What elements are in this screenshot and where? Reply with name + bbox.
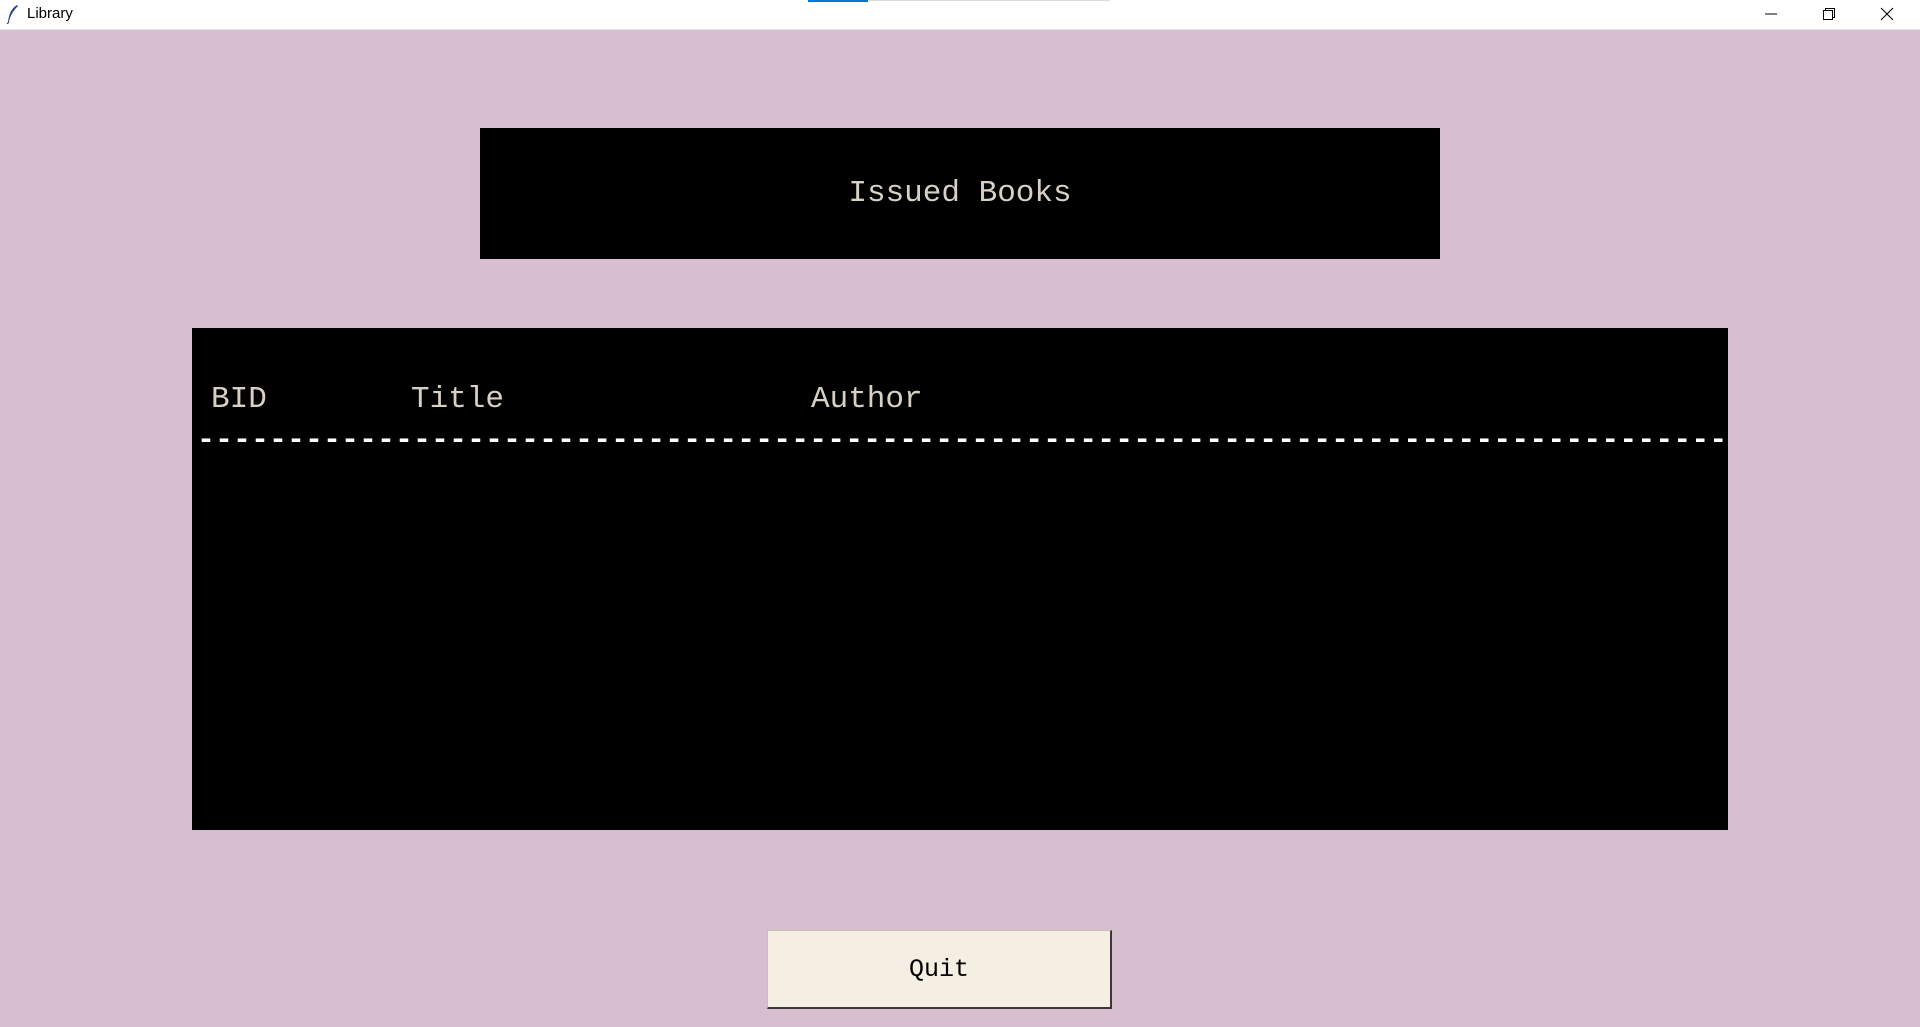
library-window: Library Issued Books BID Title Author --… xyxy=(0,0,1920,1027)
issued-books-list: BID Title Author -----------------------… xyxy=(192,328,1728,830)
feather-icon xyxy=(6,4,20,25)
heading-panel: Issued Books xyxy=(480,128,1440,259)
minimize-icon xyxy=(1765,13,1777,15)
minimize-button[interactable] xyxy=(1742,0,1800,29)
column-header-author: Author xyxy=(811,382,923,417)
title-bar[interactable]: Library xyxy=(0,0,1920,30)
close-icon xyxy=(1880,7,1894,21)
restore-icon xyxy=(1823,8,1835,20)
taskbar-indicator-track xyxy=(868,0,1110,1)
close-button[interactable] xyxy=(1858,0,1916,29)
quit-button[interactable]: Quit xyxy=(767,930,1112,1009)
taskbar-indicator xyxy=(808,0,868,2)
column-header-bid: BID xyxy=(211,382,267,417)
header-divider: ----------------------------------------… xyxy=(197,424,1728,458)
restore-button[interactable] xyxy=(1800,0,1858,29)
window-title: Library xyxy=(27,5,73,22)
page-title: Issued Books xyxy=(848,176,1072,211)
column-header-title: Title xyxy=(411,382,505,417)
